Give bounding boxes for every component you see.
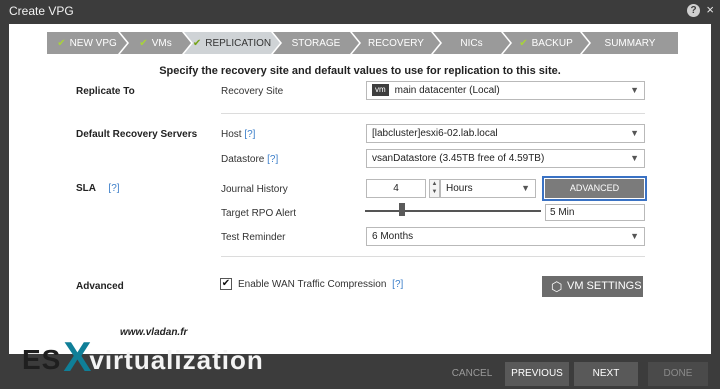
test-reminder-value: 6 Months <box>372 231 414 242</box>
cube-icon: ⬡ <box>551 279 563 294</box>
chevron-down-icon: ▼ <box>630 153 639 163</box>
replicate-to-label: Replicate To <box>76 86 135 97</box>
stepper-up-icon[interactable]: ▲ <box>430 180 439 188</box>
advanced-button[interactable]: ADVANCED <box>545 179 644 198</box>
step-label: STORAGE <box>291 37 341 49</box>
test-reminder-select[interactable]: 6 Months ▼ <box>366 227 645 246</box>
check-icon: ✔ <box>57 37 66 49</box>
logo-es: ES <box>22 344 62 375</box>
rpo-slider-track[interactable] <box>365 210 541 212</box>
check-icon: ✔ <box>192 37 202 49</box>
datastore-value: vsanDatastore (3.45TB free of 4.59TB) <box>372 153 545 164</box>
chevron-down-icon: ▼ <box>630 128 639 138</box>
test-reminder-label: Test Reminder <box>221 232 286 243</box>
step-summary[interactable]: SUMMARY <box>582 32 678 54</box>
step-label: RECOVERY <box>368 37 424 49</box>
host-help-link[interactable]: [?] <box>244 129 255 140</box>
sla-help-link[interactable]: [?] <box>108 183 119 194</box>
close-icon[interactable]: × <box>706 3 714 17</box>
step-backup[interactable]: ✔ BACKUP <box>503 32 589 54</box>
stepper-down-icon[interactable]: ▼ <box>430 188 439 196</box>
journal-history-label: Journal History <box>221 184 288 195</box>
chevron-down-icon: ▼ <box>630 231 639 241</box>
step-replication[interactable]: ✔ REPLICATION <box>184 32 280 54</box>
journal-unit-value: Hours <box>446 183 473 194</box>
vm-settings-label: VM SETTINGS <box>567 280 642 292</box>
advanced-label: Advanced <box>76 281 124 292</box>
host-value: [labcluster]esxi6-02.lab.local <box>372 128 498 139</box>
watermark-logo: ES X virtualization <box>22 333 264 380</box>
recovery-site-value: main datacenter (Local) <box>394 85 500 96</box>
step-label: NICs <box>460 37 483 49</box>
host-select[interactable]: [labcluster]esxi6-02.lab.local ▼ <box>366 124 645 143</box>
rpo-slider-thumb[interactable] <box>399 203 405 216</box>
step-label: VMs <box>151 37 172 49</box>
next-button[interactable]: NEXT <box>574 362 638 386</box>
done-button[interactable]: DONE <box>648 362 708 386</box>
previous-button[interactable]: PREVIOUS <box>505 362 569 386</box>
sla-label: SLA [?] <box>76 183 120 194</box>
datastore-help-link[interactable]: [?] <box>267 154 278 165</box>
wan-compression-checkbox[interactable]: ✔ <box>220 278 232 290</box>
wan-help-link[interactable]: [?] <box>392 279 403 290</box>
window-title: Create VPG <box>9 4 74 18</box>
title-bar: Create VPG ? × <box>0 0 720 22</box>
step-vms[interactable]: ✔ VMs <box>120 32 191 54</box>
rpo-value: 5 Min <box>545 204 645 221</box>
chevron-down-icon: ▼ <box>630 85 639 95</box>
page-heading: Specify the recovery site and default va… <box>159 65 561 77</box>
wan-compression-text: Enable WAN Traffic Compression <box>238 279 387 290</box>
vm-settings-button[interactable]: ⬡ VM SETTINGS <box>542 276 643 297</box>
dialog-panel: ✔ NEW VPG ✔ VMs ✔ REPLICATION STORAGE RE… <box>9 24 711 354</box>
logo-x: X <box>63 333 92 380</box>
journal-history-stepper[interactable]: ▲ ▼ <box>429 179 440 198</box>
recovery-site-label: Recovery Site <box>221 86 284 97</box>
divider <box>221 113 645 114</box>
step-label: NEW VPG <box>69 37 117 49</box>
step-label: BACKUP <box>531 37 573 49</box>
step-label: REPLICATION <box>205 37 272 49</box>
step-label: SUMMARY <box>604 37 656 49</box>
wizard-steps: ✔ NEW VPG ✔ VMs ✔ REPLICATION STORAGE RE… <box>47 32 685 54</box>
check-icon: ✔ <box>139 37 148 49</box>
step-recovery[interactable]: RECOVERY <box>352 32 440 54</box>
recovery-site-select[interactable]: vm main datacenter (Local) ▼ <box>366 81 645 100</box>
advanced-button-highlight: ADVANCED <box>542 176 647 201</box>
datastore-select[interactable]: vsanDatastore (3.45TB free of 4.59TB) ▼ <box>366 149 645 168</box>
step-new-vpg[interactable]: ✔ NEW VPG <box>47 32 127 54</box>
help-icon[interactable]: ? <box>687 4 700 17</box>
logo-virtualization: virtualization <box>89 345 264 375</box>
target-rpo-label: Target RPO Alert <box>221 208 297 219</box>
host-label: Host [?] <box>221 129 255 140</box>
step-storage[interactable]: STORAGE <box>273 32 359 54</box>
sla-label-text: SLA <box>76 183 96 194</box>
journal-unit-select[interactable]: Hours ▼ <box>440 179 536 198</box>
datastore-label-text: Datastore <box>221 154 265 165</box>
datastore-label: Datastore [?] <box>221 154 278 165</box>
journal-history-input[interactable]: 4 <box>366 179 426 198</box>
divider <box>221 256 645 257</box>
wan-compression-label: Enable WAN Traffic Compression [?] <box>238 279 403 290</box>
cancel-button[interactable]: CANCEL <box>442 362 502 386</box>
step-nics[interactable]: NICs <box>433 32 510 54</box>
vm-icon: vm <box>372 84 389 96</box>
default-servers-label: Default Recovery Servers <box>76 129 198 140</box>
host-label-text: Host <box>221 129 242 140</box>
chevron-down-icon: ▼ <box>521 183 530 193</box>
check-icon: ✔ <box>519 37 528 49</box>
